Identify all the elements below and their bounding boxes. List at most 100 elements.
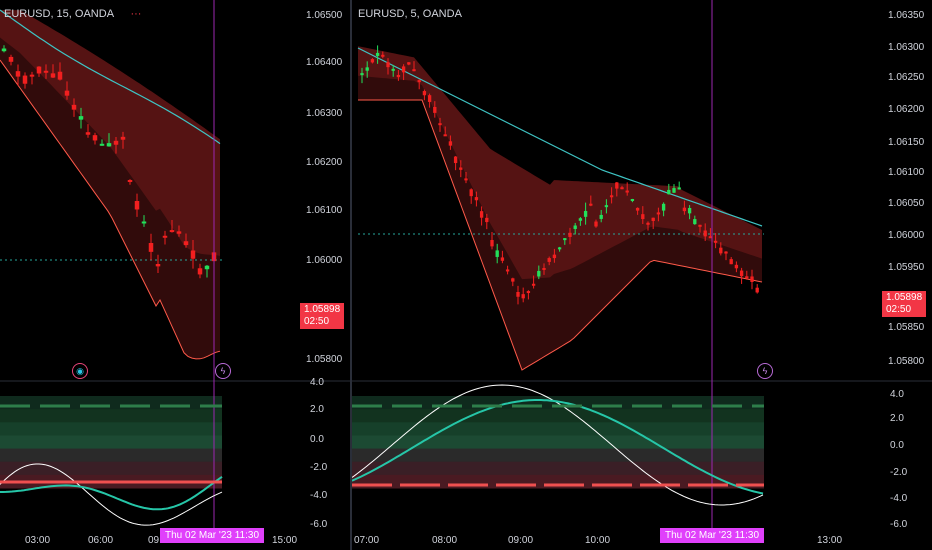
candle-body bbox=[630, 199, 635, 202]
candle-body bbox=[29, 74, 35, 77]
candle-body bbox=[511, 278, 515, 282]
candle-body bbox=[43, 70, 49, 73]
osc-axis-tick: -4.0 bbox=[310, 490, 328, 501]
osc-band bbox=[0, 448, 222, 463]
candle-body bbox=[594, 221, 598, 227]
price-axis-tick: 1.06200 bbox=[888, 104, 925, 115]
osc-axis-tick: -2.0 bbox=[890, 467, 908, 478]
price-axis-tick: 1.06100 bbox=[888, 167, 925, 178]
candle-body bbox=[682, 207, 687, 212]
candle-body bbox=[176, 231, 182, 234]
candle-body bbox=[360, 73, 364, 76]
candle-body bbox=[453, 156, 458, 164]
price-axis-tick: 1.06100 bbox=[306, 205, 343, 216]
candle-body bbox=[365, 67, 369, 71]
osc-axis-tick: 4.0 bbox=[890, 389, 904, 400]
candle-body bbox=[162, 235, 168, 238]
candle-body bbox=[693, 219, 697, 225]
left-crosshair-time-tag: Thu 02 Mar '23 11:30 bbox=[160, 528, 265, 543]
candle-body bbox=[485, 217, 489, 223]
time-axis-tick: 08:00 bbox=[432, 535, 457, 546]
candle-body bbox=[479, 211, 484, 218]
candle-body bbox=[36, 66, 42, 74]
candle-body bbox=[687, 207, 692, 214]
time-axis-tick: 07:00 bbox=[354, 535, 379, 546]
candle-body bbox=[677, 187, 681, 190]
left-chart-canvas[interactable]: 1.06500 1.06400 1.06300 1.06200 1.06100 1.060… bbox=[0, 0, 350, 550]
osc-axis-tick: 2.0 bbox=[310, 404, 324, 415]
osc-axis-tick: -4.0 bbox=[890, 493, 908, 504]
candle-body bbox=[391, 68, 395, 71]
price-axis-tick: 1.06200 bbox=[306, 157, 343, 168]
left-chart-pane[interactable]: 1.06500 1.06400 1.06300 1.06200 1.06100 1.060… bbox=[0, 0, 350, 550]
globe-icon[interactable]: ◉ bbox=[72, 363, 88, 379]
candle-body bbox=[505, 269, 510, 272]
candle-body bbox=[641, 214, 645, 220]
osc-axis-tick: 4.0 bbox=[310, 377, 324, 388]
candle-body bbox=[427, 95, 432, 102]
candle-body bbox=[713, 240, 718, 243]
osc-band bbox=[0, 396, 222, 410]
candle-body bbox=[609, 195, 614, 198]
candle-body bbox=[85, 132, 91, 135]
candle-body bbox=[526, 291, 531, 294]
candle-body bbox=[433, 106, 437, 113]
left-indicator-menu[interactable]: ··· bbox=[130, 8, 141, 20]
candle-body bbox=[495, 250, 499, 257]
time-axis-tick: 03:00 bbox=[25, 535, 50, 546]
osc-band bbox=[0, 422, 222, 436]
candle-body bbox=[412, 69, 416, 72]
osc-band bbox=[352, 448, 764, 463]
osc-axis-tick: -6.0 bbox=[890, 519, 908, 530]
candle-body bbox=[552, 254, 557, 259]
candle-body bbox=[651, 217, 655, 221]
candle-body bbox=[646, 222, 650, 225]
lightning-icon[interactable]: ϟ bbox=[757, 363, 773, 379]
candle-body bbox=[169, 230, 175, 233]
price-axis-tick: 1.05850 bbox=[888, 322, 925, 333]
candle-body bbox=[469, 189, 473, 197]
candle-body bbox=[134, 201, 140, 210]
lightning-icon[interactable]: ϟ bbox=[215, 363, 231, 379]
right-chart-canvas[interactable]: 1.06350 1.06300 1.06250 1.06200 1.06150 1.061… bbox=[352, 0, 932, 550]
candle-body bbox=[8, 56, 14, 62]
price-axis-tick: 1.06000 bbox=[306, 255, 343, 266]
candle-body bbox=[120, 136, 126, 140]
left-current-price-tag: 1.05898 02:50 bbox=[300, 303, 345, 329]
candle-body bbox=[667, 189, 671, 195]
candle-body bbox=[568, 232, 572, 237]
candle-body bbox=[531, 283, 536, 286]
candle-body bbox=[589, 203, 593, 206]
candle-body bbox=[443, 134, 447, 137]
candle-body bbox=[438, 123, 442, 126]
candle-body bbox=[755, 287, 759, 293]
candle-body bbox=[464, 178, 468, 181]
right-chart-pane[interactable]: 1.06350 1.06300 1.06250 1.06200 1.06150 1.061… bbox=[352, 0, 932, 550]
price-axis-tick: 1.06300 bbox=[888, 42, 925, 53]
candle-body bbox=[148, 243, 154, 252]
candle-body bbox=[563, 238, 567, 241]
candle-body bbox=[459, 167, 463, 170]
osc-axis-tick: 0.0 bbox=[310, 434, 324, 445]
candle-body bbox=[537, 270, 541, 277]
candle-body bbox=[500, 257, 505, 261]
candle-body bbox=[204, 265, 210, 270]
candle-body bbox=[672, 188, 676, 193]
candle-body bbox=[375, 52, 380, 56]
candle-body bbox=[22, 75, 28, 84]
candle-body bbox=[729, 259, 733, 265]
candle-body bbox=[625, 190, 629, 193]
price-axis-tick: 1.06000 bbox=[888, 230, 925, 241]
candle-body bbox=[448, 141, 453, 146]
candle-body bbox=[656, 212, 661, 215]
candle-body bbox=[615, 182, 619, 189]
candle-body bbox=[635, 207, 640, 211]
candle-body bbox=[698, 224, 702, 227]
candle-body bbox=[547, 258, 551, 262]
candle-body bbox=[719, 247, 723, 254]
osc-band bbox=[352, 461, 764, 476]
candle-body bbox=[57, 71, 63, 80]
price-axis-tick: 1.05950 bbox=[888, 262, 925, 273]
osc-band bbox=[352, 422, 764, 436]
osc-band bbox=[0, 435, 222, 450]
